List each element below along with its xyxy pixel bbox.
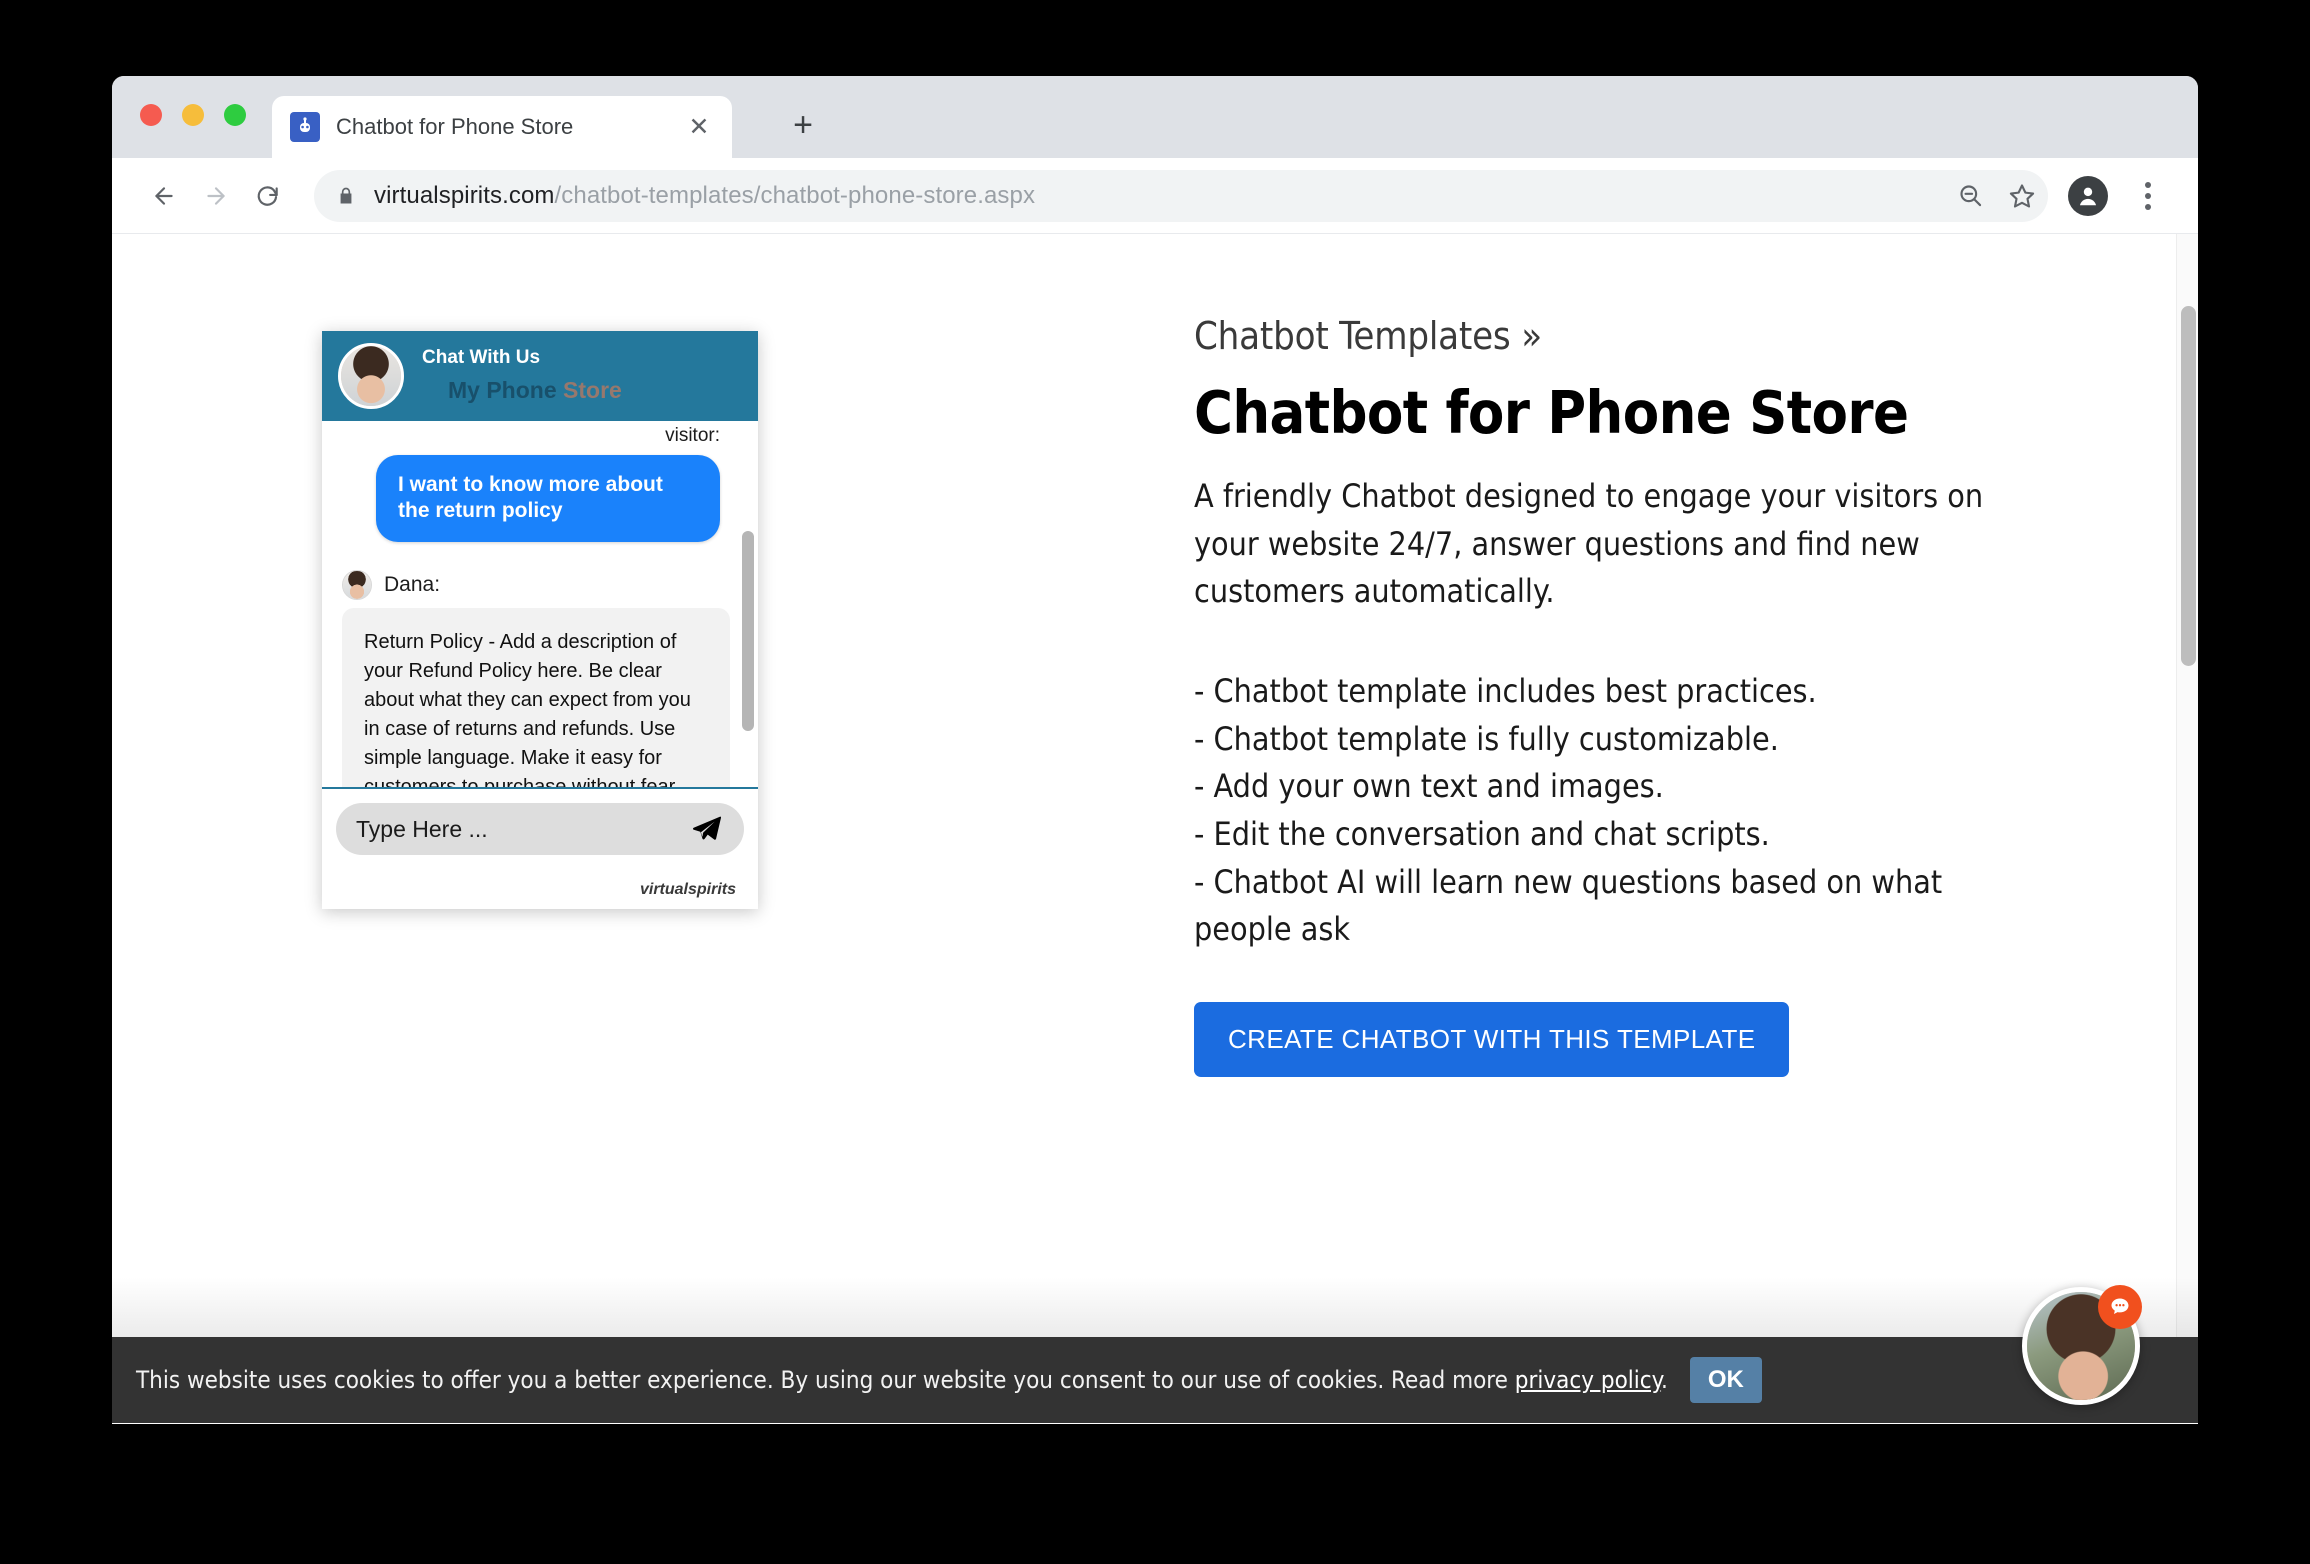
close-window-button[interactable] <box>140 104 162 126</box>
close-tab-icon[interactable]: ✕ <box>684 112 714 142</box>
zoom-out-icon[interactable] <box>1944 170 1996 222</box>
toolbar-actions <box>1944 170 2172 222</box>
new-tab-button[interactable]: + <box>780 102 826 148</box>
intro-paragraph: A friendly Chatbot designed to engage yo… <box>1194 477 1984 611</box>
chat-widget-title: Chat With Us <box>422 347 541 369</box>
feature-list: - Chatbot template includes best practic… <box>1194 668 2034 954</box>
star-icon[interactable] <box>1996 170 2048 222</box>
list-item: - Chatbot template is fully customizable… <box>1194 719 1779 758</box>
chat-messages-scrollbar[interactable] <box>742 531 756 787</box>
cookie-text-before: This website uses cookies to offer you a… <box>136 1366 1515 1394</box>
robot-icon <box>290 112 320 142</box>
agent-mini-avatar <box>342 569 372 600</box>
url-path: /chatbot-templates/chatbot-phone-store.a… <box>554 181 1036 209</box>
create-chatbot-button[interactable]: CREATE CHATBOT WITH THIS TEMPLATE <box>1194 1002 1790 1078</box>
forward-arrow-icon[interactable] <box>190 170 242 222</box>
maximize-window-button[interactable] <box>224 104 246 126</box>
list-item: - Chatbot template includes best practic… <box>1194 672 1817 711</box>
chat-widget-brand: My Phone Store <box>448 378 622 403</box>
agent-message-text: Return Policy - Add a description of you… <box>364 630 691 788</box>
address-bar[interactable]: virtualspirits.com/chatbot-templates/cha… <box>314 169 2048 222</box>
send-paper-plane-icon[interactable] <box>690 812 724 846</box>
cookie-banner-fade <box>112 1277 2198 1337</box>
chat-launcher[interactable] <box>2022 1285 2142 1405</box>
chat-widget-header-text: Chat With Us My Phone Store <box>422 348 622 403</box>
reload-icon[interactable] <box>242 170 294 222</box>
brand-primary: My Phone <box>448 377 557 404</box>
chat-bubble-icon[interactable] <box>2098 1285 2142 1329</box>
page-title: Chatbot for Phone Store <box>1194 378 1909 447</box>
breadcrumb[interactable]: Chatbot Templates » <box>1194 314 2094 358</box>
cookie-ok-button[interactable]: OK <box>1689 1357 1762 1403</box>
widget-brand-footer: virtualspirits <box>639 881 736 898</box>
brand-secondary: Store <box>563 377 622 404</box>
page-scrollbar[interactable] <box>2176 234 2198 1423</box>
agent-name-row: Dana: <box>342 569 744 600</box>
tab-title: Chatbot for Phone Store <box>336 114 574 139</box>
tab-strip: Chatbot for Phone Store ✕ + <box>112 76 2198 158</box>
privacy-policy-link[interactable]: privacy policy <box>1515 1366 1661 1394</box>
cookie-banner: This website uses cookies to offer you a… <box>112 1337 2198 1423</box>
list-item: - Edit the conversation and chat scripts… <box>1194 815 1770 854</box>
url-host: virtualspirits.com <box>374 181 555 209</box>
chat-widget-preview: Chat With Us My Phone Store visitor: I w… <box>322 331 758 909</box>
chat-widget-footer: Type Here ... virtualspirits <box>322 787 758 909</box>
chat-input-placeholder[interactable]: Type Here ... <box>356 816 690 843</box>
visitor-message-bubble: I want to know more about the return pol… <box>376 455 720 542</box>
chat-scrollbar-thumb[interactable] <box>742 531 754 731</box>
visitor-label: visitor: <box>665 425 720 446</box>
agent-name: Dana: <box>384 572 441 596</box>
cookie-text-after: . <box>1661 1366 1668 1394</box>
chat-widget-header: Chat With Us My Phone Store <box>322 331 758 421</box>
cookie-banner-text: This website uses cookies to offer you a… <box>136 1366 1668 1394</box>
browser-window: Chatbot for Phone Store ✕ + virtualspiri… <box>112 76 2198 1424</box>
agent-message-bubble: Return Policy - Add a description of you… <box>342 607 730 788</box>
url-text: virtualspirits.com/chatbot-templates/cha… <box>374 182 1035 210</box>
agent-avatar <box>338 343 404 409</box>
chat-input-row[interactable]: Type Here ... <box>336 803 744 855</box>
browser-toolbar: virtualspirits.com/chatbot-templates/cha… <box>112 158 2198 234</box>
window-controls <box>140 104 246 126</box>
lock-icon <box>336 185 356 207</box>
list-item: - Chatbot AI will learn new questions ba… <box>1194 862 1943 949</box>
page-viewport: Chat With Us My Phone Store visitor: I w… <box>112 234 2198 1423</box>
kebab-menu-icon[interactable] <box>2124 170 2172 222</box>
chat-widget-messages: visitor: I want to know more about the r… <box>322 421 758 787</box>
browser-tab[interactable]: Chatbot for Phone Store ✕ <box>272 96 732 158</box>
profile-avatar-icon[interactable] <box>2068 175 2108 216</box>
back-arrow-icon[interactable] <box>138 170 190 222</box>
page-scrollbar-thumb[interactable] <box>2181 306 2196 666</box>
minimize-window-button[interactable] <box>182 104 204 126</box>
list-item: - Add your own text and images. <box>1194 767 1664 806</box>
page-content: Chatbot Templates » Chatbot for Phone St… <box>1194 314 2094 1078</box>
